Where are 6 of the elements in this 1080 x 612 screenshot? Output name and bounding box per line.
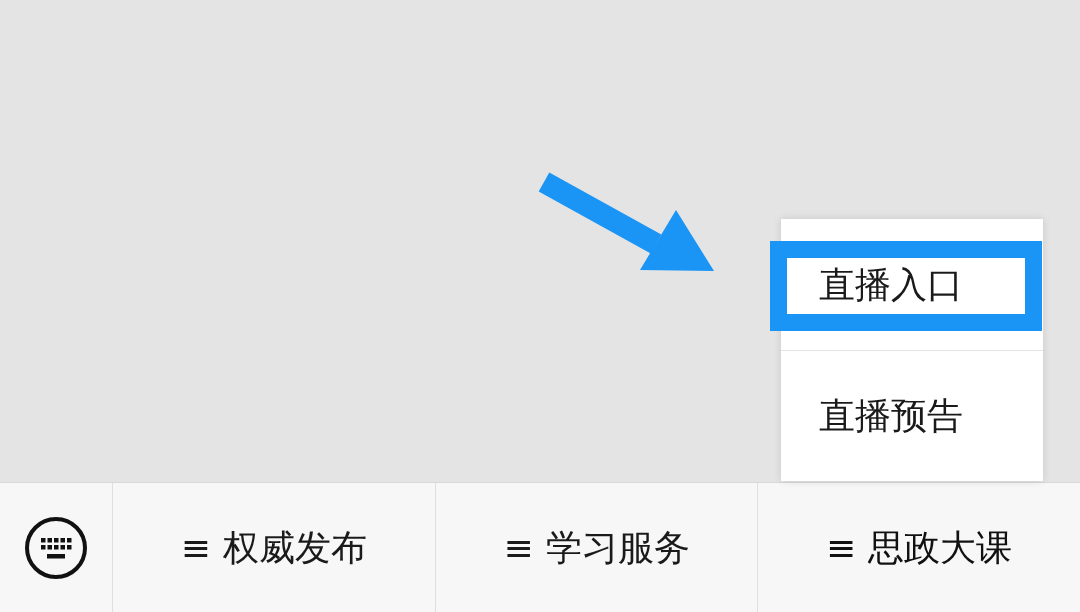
keyboard-icon[interactable] xyxy=(24,515,88,580)
menu-tab[interactable]: ≡ 学习服务 xyxy=(435,505,758,590)
submenu-item[interactable]: 直播入口 xyxy=(819,257,963,312)
menu-tab[interactable]: ≡ 权威发布 xyxy=(113,505,435,590)
menu-tab[interactable]: ≡ 思政大课 xyxy=(758,505,1080,590)
submenu-item[interactable]: 直播预告 xyxy=(819,389,963,443)
